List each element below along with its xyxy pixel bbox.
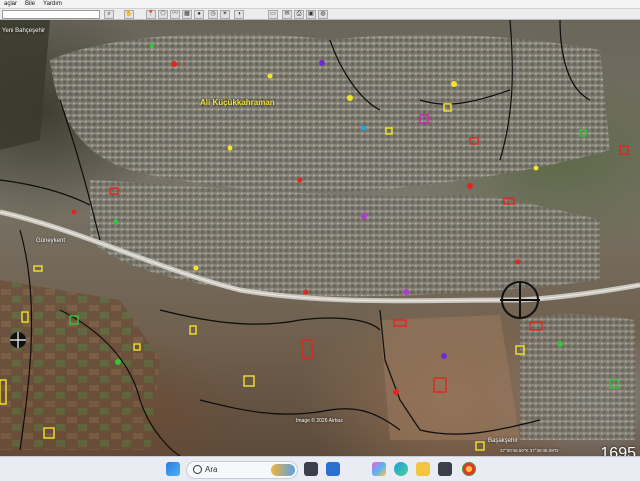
email-icon[interactable]: ✉ — [282, 10, 292, 19]
print-icon[interactable]: ⎙ — [294, 10, 304, 19]
toolbar: ⌕ ✋ 📍 ⬠ 〰 ▦ ● ◷ ☀ ◑ ▭ ✉ ⎙ ▣ ◍ — [0, 9, 640, 20]
dark-forest — [0, 20, 50, 150]
sun-icon[interactable]: ☀ — [220, 10, 230, 19]
hand-icon[interactable]: ✋ — [124, 10, 134, 19]
map-label-center: Ali Küçükkahraman — [200, 98, 275, 107]
map-overlay — [0, 20, 640, 456]
planet-icon[interactable]: ◑ — [234, 10, 244, 19]
map-label-left-mid: Güneykent — [36, 238, 66, 244]
start-icon[interactable] — [166, 462, 180, 476]
maps-icon[interactable]: ◍ — [318, 10, 328, 19]
menu-item-file[interactable]: Bile — [21, 0, 39, 8]
search-icon[interactable]: ⌕ — [104, 10, 114, 19]
taskbar: Ara — [0, 456, 640, 481]
overlay-icon[interactable]: ▦ — [182, 10, 192, 19]
chrome-icon[interactable] — [462, 462, 476, 476]
search-highlight-image — [271, 464, 295, 476]
polygon-icon[interactable]: ⬠ — [158, 10, 168, 19]
map-label-top-left: Yeni Bahçeşehir — [2, 28, 46, 34]
urban-area-north — [50, 34, 610, 193]
history-icon[interactable]: ◷ — [208, 10, 218, 19]
urban-area-central — [90, 180, 600, 297]
path-icon[interactable]: 〰 — [170, 10, 180, 19]
menu-item-tools[interactable]: açlar — [0, 0, 21, 8]
taskbar-search-label: Ara — [205, 465, 218, 474]
coordinates-readout: 37°00'46.50"K 37°36'45.09"D — [500, 448, 559, 453]
scale-readout: 1695 — [600, 445, 636, 456]
fields-south — [380, 315, 520, 440]
copilot-icon[interactable] — [372, 462, 386, 476]
save-image-icon[interactable]: ▣ — [306, 10, 316, 19]
file-explorer-icon[interactable] — [416, 462, 430, 476]
toolbar-search-input[interactable] — [2, 10, 100, 19]
task-view-icon[interactable] — [304, 462, 318, 476]
menu-item-help[interactable]: Yardım — [39, 0, 66, 8]
tour-icon[interactable]: ● — [194, 10, 204, 19]
map-view[interactable]: Yeni Bahçeşehir Ali Küçükkahraman Güneyk… — [0, 20, 640, 456]
search-icon — [193, 465, 202, 474]
ruler-icon[interactable]: ▭ — [268, 10, 278, 19]
taskbar-search[interactable]: Ara — [186, 461, 298, 479]
menu-bar: açlar Bile Yardım — [0, 0, 640, 9]
store-icon[interactable] — [438, 462, 452, 476]
placemark-icon[interactable]: 📍 — [146, 10, 156, 19]
widgets-icon[interactable] — [326, 462, 340, 476]
edge-icon[interactable] — [394, 462, 408, 476]
map-label-bottom-right: Başakşehir — [488, 438, 518, 444]
map-attribution: Image © 2026 Airbus — [296, 418, 343, 424]
